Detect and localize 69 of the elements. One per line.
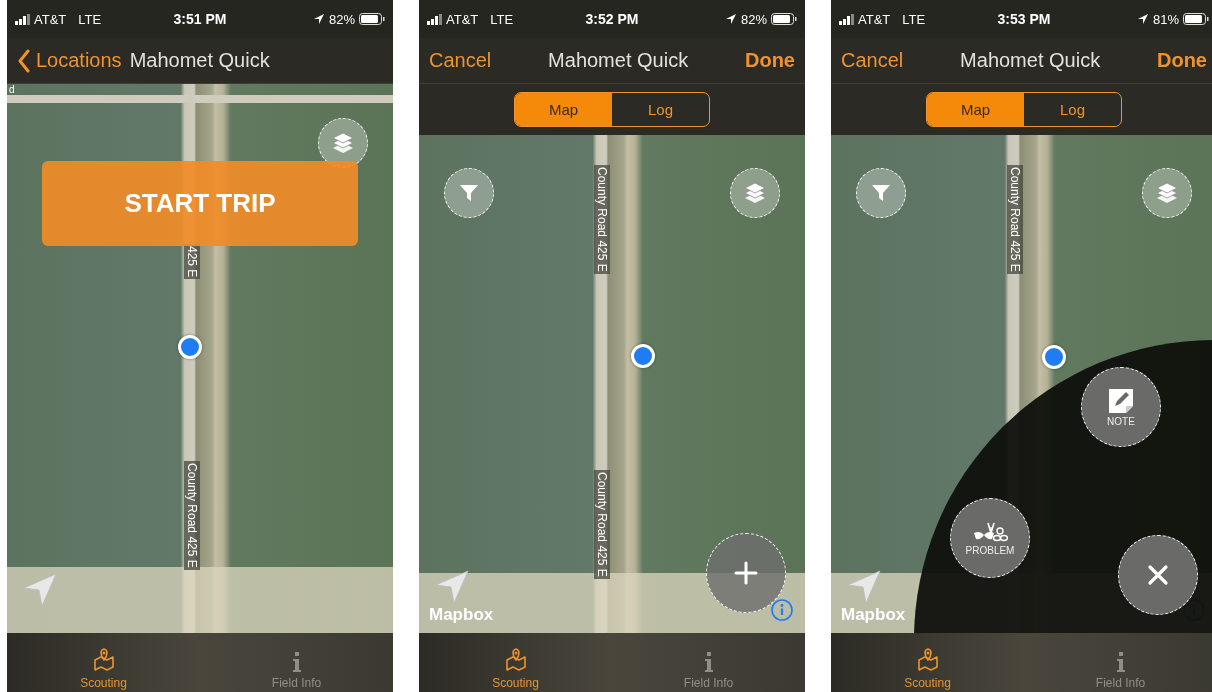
map-pin-icon: [504, 646, 527, 672]
map-attribution: Mapbox: [429, 605, 494, 625]
network-type: LTE: [902, 11, 926, 27]
segment-tab[interactable]: Map: [927, 93, 1024, 126]
tab-bar-item[interactable]: Field Info: [200, 633, 393, 692]
signal-icon: [15, 13, 30, 25]
road-label: County Road 425 E: [594, 165, 610, 274]
network-type: LTE: [490, 11, 514, 27]
done-button[interactable]: Done: [1157, 49, 1207, 72]
navigation-arrow-icon[interactable]: [846, 569, 882, 605]
cancel-button[interactable]: Cancel: [429, 49, 492, 72]
location-arrow-icon: [725, 13, 737, 25]
battery-percent: 81%: [1153, 11, 1179, 27]
segment-tab[interactable]: Log: [1024, 93, 1121, 126]
navigation-arrow-icon[interactable]: [434, 569, 470, 605]
road-label: County Road 425 E: [1007, 165, 1023, 274]
layers-icon: [331, 131, 355, 155]
map-attribution: Mapbox: [841, 605, 906, 625]
filter-icon: [458, 182, 480, 204]
location-arrow-icon: [1137, 13, 1149, 25]
tab-bar-item[interactable]: Scouting: [419, 633, 612, 692]
carrier-name: AT&T: [858, 11, 891, 27]
plus-icon: [734, 561, 758, 585]
chevron-left-icon: [17, 48, 30, 73]
screen-title: Mahomet Quick: [548, 49, 689, 72]
tab-bar-item[interactable]: Scouting: [7, 633, 200, 692]
moth-and-leaves-icon: [972, 520, 1008, 543]
layers-icon: [1155, 181, 1179, 205]
tab-bar-item[interactable]: Field Info: [1024, 633, 1212, 692]
segment-tab[interactable]: Map: [515, 93, 612, 126]
map-label: d: [9, 84, 15, 95]
filter-button[interactable]: [856, 168, 906, 218]
status-time: 3:52 PM: [585, 11, 639, 27]
note-pencil-icon: [1108, 387, 1134, 414]
screen-title: Mahomet Quick: [129, 49, 270, 72]
filter-button[interactable]: [444, 168, 494, 218]
signal-icon: [427, 13, 442, 25]
carrier-name: AT&T: [34, 11, 67, 27]
status-time: 3:53 PM: [997, 11, 1051, 27]
filter-icon: [870, 182, 892, 204]
segment-tab[interactable]: Log: [612, 93, 709, 126]
tab-bar-item[interactable]: Scouting: [831, 633, 1024, 692]
battery-icon: [771, 13, 797, 25]
done-button[interactable]: Done: [745, 49, 795, 72]
battery-percent: 82%: [741, 11, 767, 27]
battery-icon: [359, 13, 385, 25]
layers-button[interactable]: [1142, 168, 1192, 218]
cancel-button[interactable]: Cancel: [841, 49, 904, 72]
carrier-name: AT&T: [446, 11, 479, 27]
road-label: County Road 425 E: [594, 470, 610, 579]
info-icon: [1115, 652, 1126, 672]
info-icon: [703, 652, 714, 672]
tab-bar-item[interactable]: Field Info: [612, 633, 805, 692]
map-pin-icon: [92, 646, 115, 672]
signal-icon: [839, 13, 854, 25]
screen-title: Mahomet Quick: [960, 49, 1101, 72]
layers-button[interactable]: [730, 168, 780, 218]
location-arrow-icon: [313, 13, 325, 25]
status-time: 3:51 PM: [173, 11, 227, 27]
back-button[interactable]: Locations: [17, 48, 122, 73]
info-icon: [291, 652, 302, 672]
layers-icon: [743, 181, 767, 205]
map-pin-icon: [916, 646, 939, 672]
road-label: County Road 425 E: [184, 461, 200, 570]
battery-icon: [1183, 13, 1209, 25]
close-icon: [1147, 564, 1169, 586]
network-type: LTE: [78, 11, 102, 27]
road-label: 425 E: [184, 244, 200, 280]
battery-percent: 82%: [329, 11, 355, 27]
